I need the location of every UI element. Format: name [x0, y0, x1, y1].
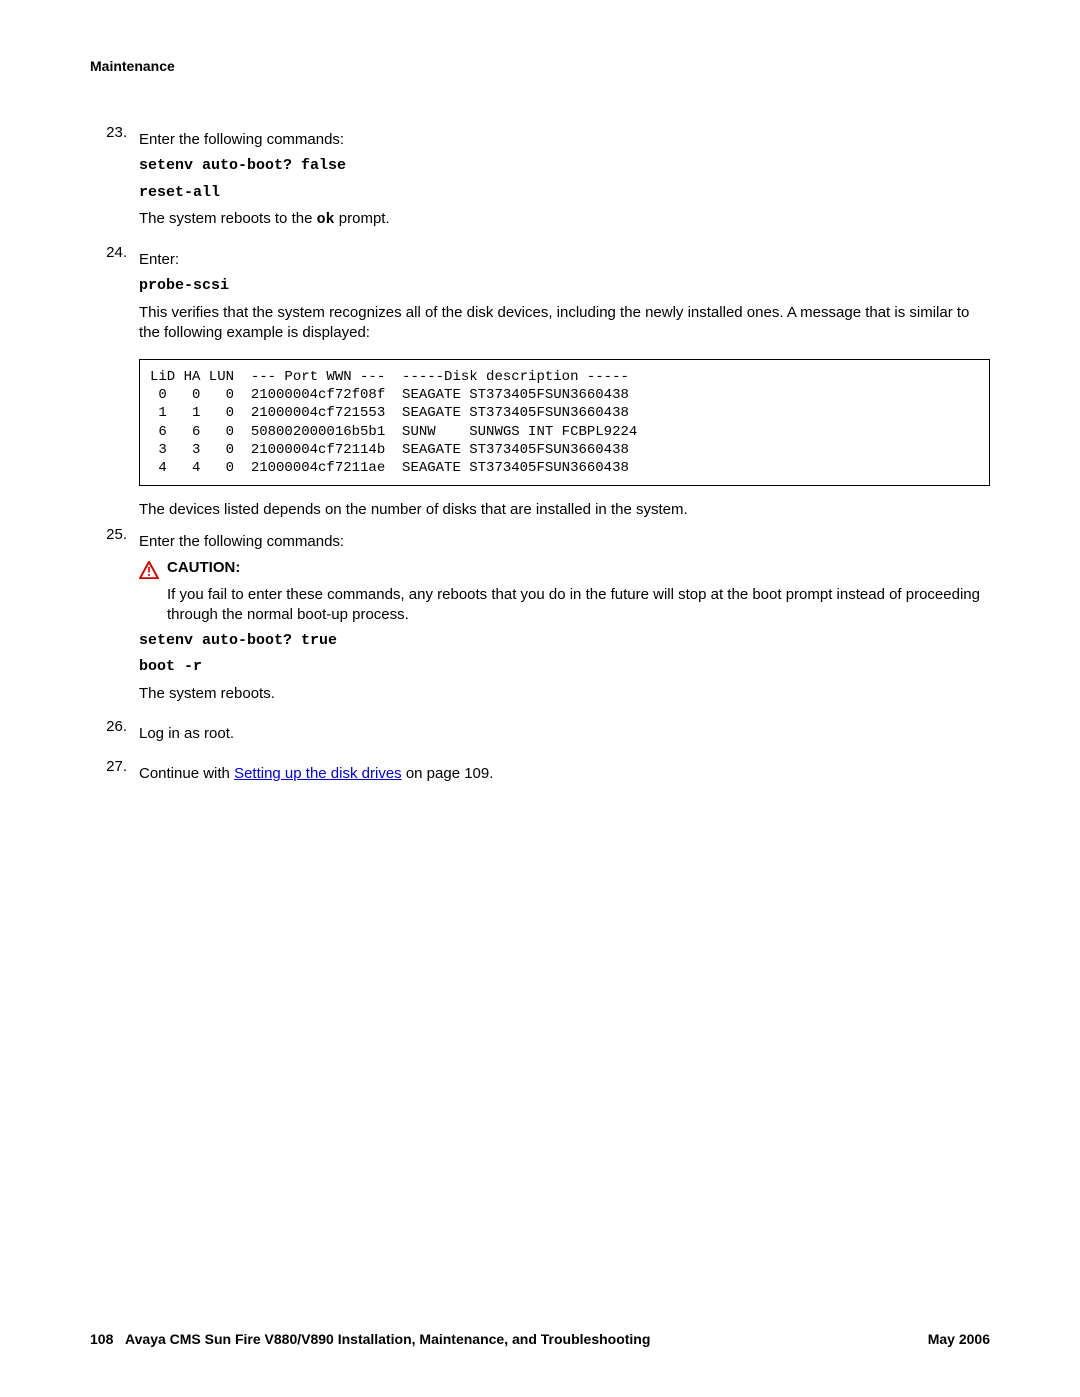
step-23-after: The system reboots to the ok prompt.: [139, 209, 990, 230]
step-number: 24.: [90, 244, 139, 349]
warning-icon: [139, 561, 159, 579]
step-number: 23.: [90, 124, 139, 236]
step-26: 26. Log in as root.: [90, 718, 990, 750]
page-footer: 108 Avaya CMS Sun Fire V880/V890 Install…: [90, 1331, 990, 1347]
step-number: 27.: [90, 758, 139, 790]
step-25: 25. Enter the following commands: CAUTIO…: [90, 526, 990, 710]
step-24: 24. Enter: probe-scsi This verifies that…: [90, 244, 990, 349]
page-container: Maintenance 23. Enter the following comm…: [0, 0, 1080, 1397]
step-24-after: This verifies that the system recognizes…: [139, 303, 990, 344]
step-number: 26.: [90, 718, 139, 750]
page-number: 108: [90, 1331, 113, 1347]
after-code-note: The devices listed depends on the number…: [139, 500, 990, 520]
step-27-text: Continue with Setting up the disk drives…: [139, 764, 990, 784]
step-23-cmd1: setenv auto-boot? false: [139, 156, 990, 176]
setting-up-disk-drives-link[interactable]: Setting up the disk drives: [234, 765, 402, 782]
caution-header: CAUTION:: [139, 559, 990, 579]
scsi-output-block: LiD HA LUN --- Port WWN --- -----Disk de…: [139, 359, 990, 486]
step-23-after-pre: The system reboots to the: [139, 210, 317, 227]
step-25-cmd1: setenv auto-boot? true: [139, 631, 990, 651]
ok-prompt-text: ok: [317, 211, 335, 228]
section-header: Maintenance: [90, 58, 990, 74]
step-25-cmd2: boot -r: [139, 657, 990, 677]
step-25-after: The system reboots.: [139, 684, 990, 704]
doc-date: May 2006: [928, 1331, 990, 1347]
step-23-intro: Enter the following commands:: [139, 130, 990, 150]
step-24-intro: Enter:: [139, 250, 990, 270]
step-number: 25.: [90, 526, 139, 710]
step-27-post: on page 109.: [402, 765, 494, 782]
doc-title: Avaya CMS Sun Fire V880/V890 Installatio…: [125, 1331, 650, 1347]
caution-text: If you fail to enter these commands, any…: [167, 585, 990, 626]
step-23: 23. Enter the following commands: setenv…: [90, 124, 990, 236]
step-26-text: Log in as root.: [139, 724, 990, 744]
caution-label: CAUTION:: [167, 559, 240, 576]
step-23-after-post: prompt.: [335, 210, 390, 227]
step-27: 27. Continue with Setting up the disk dr…: [90, 758, 990, 790]
step-27-pre: Continue with: [139, 765, 234, 782]
step-23-cmd2: reset-all: [139, 183, 990, 203]
step-24-cmd1: probe-scsi: [139, 276, 990, 296]
step-25-intro: Enter the following commands:: [139, 532, 990, 552]
